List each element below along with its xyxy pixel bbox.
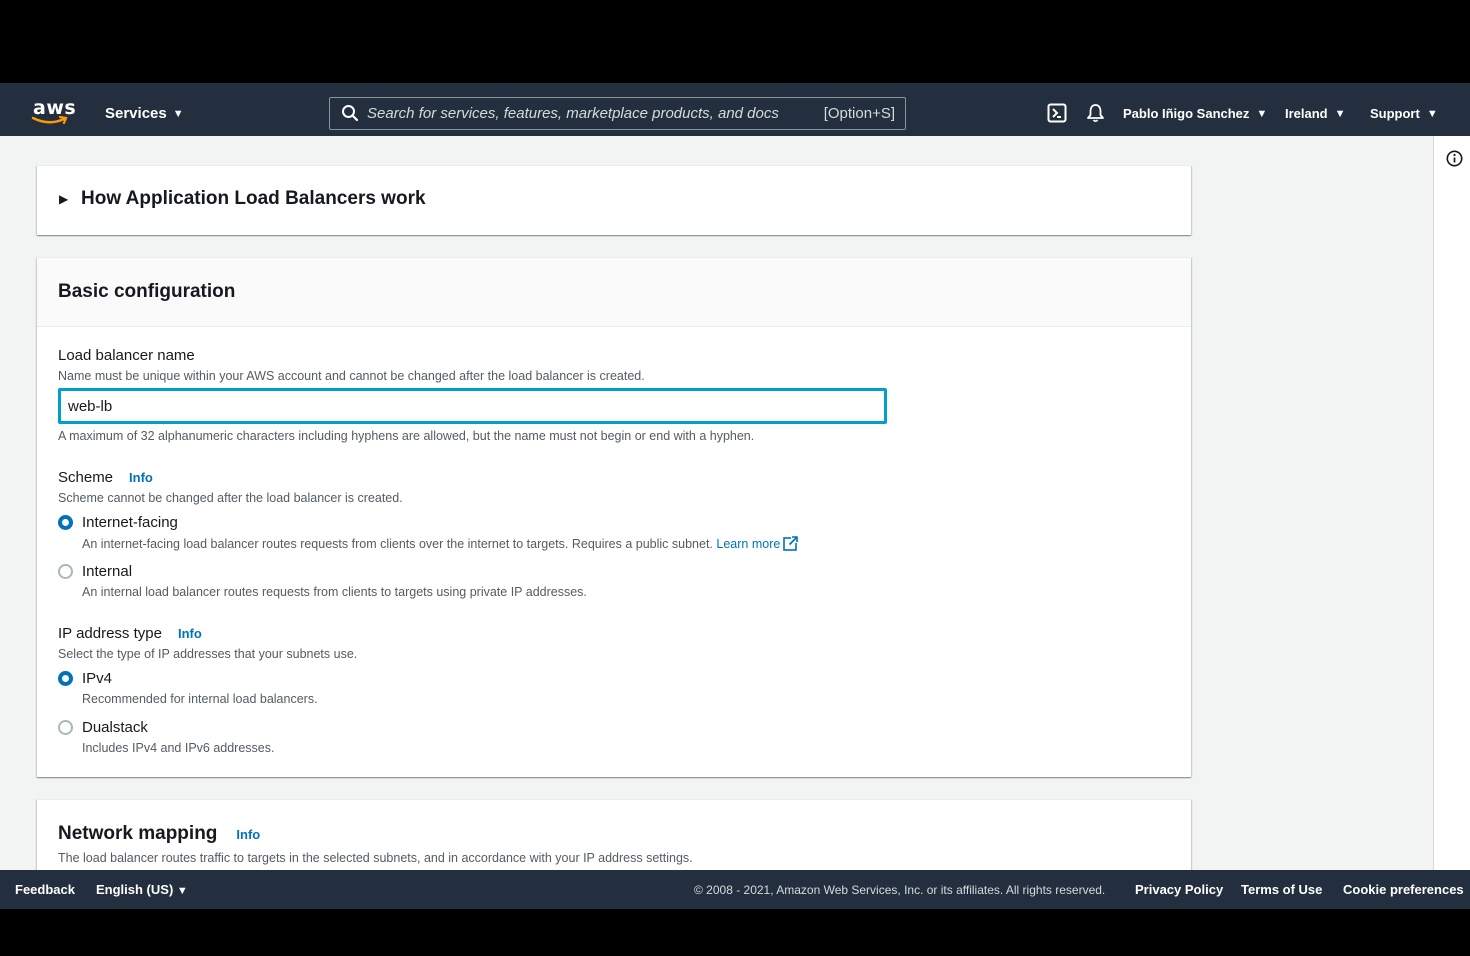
aws-smile-icon [31, 116, 68, 125]
internet-facing-radio[interactable] [58, 515, 73, 530]
ipv4-description: Recommended for internal load balancers. [82, 692, 318, 706]
services-label: Services [105, 105, 167, 122]
notification-bell-icon[interactable] [1086, 103, 1105, 123]
dualstack-description: Includes IPv4 and IPv6 addresses. [82, 741, 275, 755]
internet-facing-description-text: An internet-facing load balancer routes … [82, 537, 713, 551]
top-navigation: aws Services ▼ Search for services, feat… [0, 83, 1470, 136]
learn-more-label[interactable]: Learn more [716, 537, 780, 551]
network-mapping-title-row: Network mapping Info [58, 823, 260, 845]
caret-down-icon: ▼ [1256, 107, 1268, 120]
basic-configuration-title: Basic configuration [58, 281, 236, 302]
terms-of-use-link[interactable]: Terms of Use [1241, 882, 1322, 897]
basic-configuration-header: Basic configuration [37, 258, 1191, 327]
caret-down-icon: ▼ [176, 885, 188, 897]
ipv4-radio[interactable] [58, 671, 73, 686]
feedback-link[interactable]: Feedback [15, 882, 75, 897]
letterbox-bottom [0, 909, 1470, 956]
caret-down-icon: ▼ [172, 107, 184, 120]
how-it-works-title[interactable]: How Application Load Balancers work [81, 188, 426, 210]
ip-address-type-label: IP address type [58, 625, 162, 642]
footer: Feedback English (US) ▼ © 2008 - 2021, A… [0, 870, 1470, 909]
aws-logo[interactable]: aws [31, 97, 76, 127]
support-label: Support [1370, 106, 1420, 121]
internal-label[interactable]: Internal [82, 563, 132, 580]
language-selector[interactable]: English (US) ▼ [96, 882, 188, 897]
network-mapping-description: The load balancer routes traffic to targ… [58, 851, 693, 865]
main-content[interactable]: ▶ How Application Load Balancers work Ba… [0, 136, 1433, 870]
ip-address-type-label-row: IP address type Info [58, 625, 202, 642]
services-menu[interactable]: Services ▼ [105, 105, 184, 122]
ipv4-label[interactable]: IPv4 [82, 670, 112, 687]
scheme-label: Scheme [58, 469, 114, 486]
copyright-text: © 2008 - 2021, Amazon Web Services, Inc.… [694, 883, 1106, 897]
external-link-icon[interactable] [783, 536, 799, 551]
network-mapping-title: Network mapping [58, 823, 218, 844]
load-balancer-name-constraint: A maximum of 32 alphanumeric characters … [58, 429, 755, 443]
letterbox-top [0, 0, 1470, 83]
internal-radio[interactable] [58, 564, 73, 579]
privacy-policy-link[interactable]: Privacy Policy [1135, 882, 1223, 897]
help-panel-rail [1433, 136, 1470, 870]
caret-down-icon: ▼ [1334, 107, 1346, 120]
scheme-info-link[interactable]: Info [129, 470, 153, 485]
dualstack-label[interactable]: Dualstack [82, 719, 148, 736]
internal-description: An internal load balancer routes request… [82, 585, 587, 599]
user-label: Pablo Iñigo Sanchez [1123, 106, 1250, 121]
scheme-description: Scheme cannot be changed after the load … [58, 491, 403, 505]
ip-address-type-description: Select the type of IP addresses that you… [58, 647, 358, 661]
search-placeholder: Search for services, features, marketpla… [367, 105, 779, 122]
load-balancer-name-label: Load balancer name [58, 347, 195, 364]
load-balancer-name-input[interactable] [60, 390, 885, 422]
internet-facing-label[interactable]: Internet-facing [82, 514, 178, 531]
network-mapping-panel: Network mapping Info The load balancer ro… [37, 799, 1191, 870]
caret-down-icon: ▼ [1426, 107, 1438, 120]
cloudshell-icon[interactable] [1047, 103, 1067, 123]
load-balancer-name-description: Name must be unique within your AWS acco… [58, 369, 645, 383]
internet-facing-description: An internet-facing load balancer routes … [82, 536, 799, 551]
region-menu[interactable]: Ireland ▼ [1285, 106, 1346, 121]
scheme-label-row: Scheme Info [58, 469, 153, 486]
support-menu[interactable]: Support ▼ [1370, 106, 1438, 121]
search-shortcut: [Option+S] [823, 105, 895, 122]
network-mapping-info-link[interactable]: Info [236, 827, 260, 842]
search-bar[interactable]: Search for services, features, marketpla… [329, 97, 906, 130]
info-circle-icon[interactable] [1446, 150, 1463, 167]
user-menu[interactable]: Pablo Iñigo Sanchez ▼ [1123, 106, 1267, 121]
region-label: Ireland [1285, 106, 1328, 121]
cookie-preferences-link[interactable]: Cookie preferences [1343, 882, 1464, 897]
learn-more-link[interactable]: Learn more [716, 536, 799, 551]
search-icon [342, 105, 359, 122]
basic-configuration-panel: Basic configuration Load balancer name N… [37, 257, 1191, 777]
expand-caret-icon[interactable]: ▶ [59, 192, 68, 206]
ip-address-type-info-link[interactable]: Info [178, 626, 202, 641]
language-label: English (US) [96, 882, 174, 897]
load-balancer-name-input-wrapper[interactable] [58, 388, 887, 424]
dualstack-radio[interactable] [58, 720, 73, 735]
how-it-works-panel[interactable]: ▶ How Application Load Balancers work [37, 165, 1191, 235]
